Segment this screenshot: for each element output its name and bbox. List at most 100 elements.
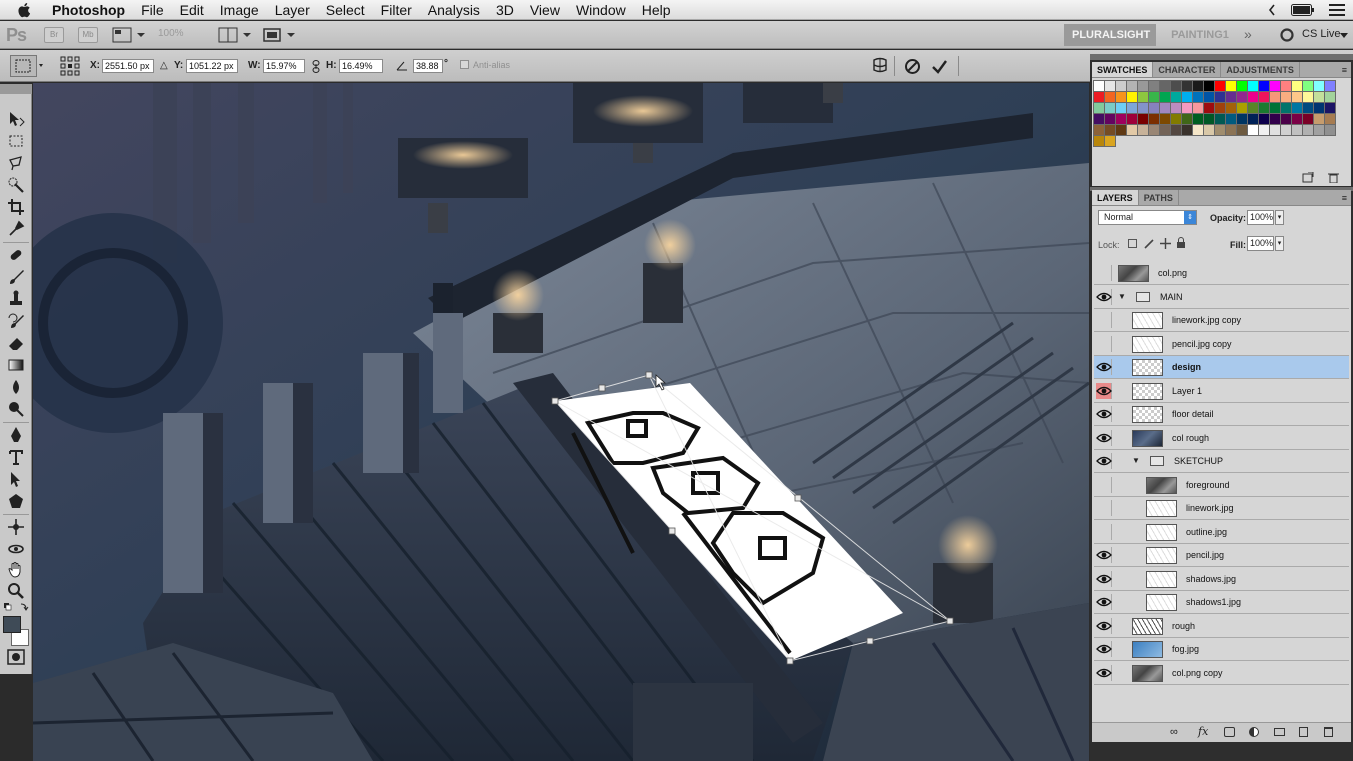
- layers-menu-icon[interactable]: ≡: [1342, 190, 1351, 205]
- color-swatch[interactable]: [1104, 135, 1116, 147]
- x-position-field[interactable]: 2551.50 px: [102, 59, 154, 73]
- new-group-icon[interactable]: [1274, 728, 1285, 736]
- commit-transform-icon[interactable]: [931, 58, 948, 75]
- path-selection-tool-icon[interactable]: [7, 470, 25, 488]
- menu-help[interactable]: Help: [634, 2, 679, 18]
- visibility-toggle[interactable]: [1096, 382, 1112, 399]
- tab-adjustments[interactable]: ADJUSTMENTS: [1221, 62, 1300, 77]
- toolbox-header[interactable]: [0, 84, 32, 94]
- eraser-tool-icon[interactable]: [7, 334, 25, 352]
- menu-layer[interactable]: Layer: [267, 2, 318, 18]
- reference-point-icon[interactable]: [60, 56, 80, 76]
- add-mask-icon[interactable]: [1224, 727, 1235, 737]
- layer-row[interactable]: foreground: [1094, 473, 1349, 497]
- color-swatch[interactable]: [1324, 124, 1336, 136]
- eyedropper-tool-icon[interactable]: [7, 220, 25, 238]
- arrange-documents-icon[interactable]: [218, 27, 252, 43]
- visibility-toggle[interactable]: [1096, 547, 1112, 563]
- visibility-toggle[interactable]: [1096, 335, 1112, 352]
- lasso-tool-icon[interactable]: [7, 154, 25, 172]
- layer-row[interactable]: outline.jpg: [1094, 520, 1349, 544]
- visibility-toggle[interactable]: [1096, 406, 1112, 422]
- fill-field[interactable]: 100%: [1247, 236, 1274, 251]
- crop-tool-icon[interactable]: [7, 198, 25, 216]
- dock-header[interactable]: [1090, 54, 1353, 60]
- tool-preset-picker-icon[interactable]: [10, 55, 44, 77]
- anti-alias-checkbox[interactable]: [460, 60, 469, 69]
- y-position-field[interactable]: 1051.22 px: [186, 59, 238, 73]
- tab-swatches[interactable]: SWATCHES: [1092, 62, 1154, 77]
- layer-row[interactable]: linework.jpg: [1094, 497, 1349, 520]
- document-canvas[interactable]: [33, 83, 1089, 761]
- menu-window[interactable]: Window: [568, 2, 634, 18]
- tab-character[interactable]: CHARACTER: [1153, 62, 1222, 77]
- menu-select[interactable]: Select: [318, 2, 373, 18]
- move-tool-icon[interactable]: [7, 110, 25, 128]
- expand-triangle-icon[interactable]: ▼: [1132, 456, 1140, 465]
- workspace-painting1[interactable]: PAINTING1: [1160, 24, 1240, 46]
- cs-live-label[interactable]: CS Live: [1302, 28, 1341, 40]
- view-extras-icon[interactable]: [112, 27, 146, 43]
- layer-row[interactable]: pencil.jpg copy: [1094, 332, 1349, 356]
- workspace-pluralsight[interactable]: PLURALSIGHT: [1064, 24, 1156, 46]
- visibility-toggle[interactable]: [1096, 288, 1112, 305]
- brush-tool-icon[interactable]: [7, 268, 25, 286]
- blend-mode-select[interactable]: Normal ⇕: [1098, 210, 1197, 225]
- layer-row[interactable]: linework.jpg copy: [1094, 309, 1349, 332]
- lock-all-icon[interactable]: [1176, 237, 1186, 249]
- visibility-toggle[interactable]: [1096, 594, 1112, 610]
- type-tool-icon[interactable]: [7, 448, 25, 466]
- layer-row[interactable]: Layer 1: [1094, 379, 1349, 403]
- menu-image[interactable]: Image: [212, 2, 267, 18]
- menu-filter[interactable]: Filter: [373, 2, 420, 18]
- layer-group-row[interactable]: ▼ SKETCHUP: [1094, 450, 1349, 473]
- lock-position-icon[interactable]: [1160, 238, 1171, 249]
- foreground-color-swatch[interactable]: [3, 616, 21, 633]
- layer-row[interactable]: col.png: [1094, 262, 1349, 285]
- apple-icon[interactable]: [16, 1, 34, 19]
- cs-live-dropdown-icon[interactable]: [1340, 33, 1348, 38]
- layer-style-icon[interactable]: fx: [1198, 725, 1208, 738]
- menu-file[interactable]: File: [133, 2, 172, 18]
- layer-row[interactable]: shadows1.jpg: [1094, 591, 1349, 614]
- visibility-toggle[interactable]: [1096, 523, 1112, 540]
- link-layers-icon[interactable]: ∞: [1170, 726, 1178, 738]
- fill-slider-toggle[interactable]: ▾: [1275, 236, 1284, 251]
- visibility-toggle[interactable]: [1096, 570, 1112, 587]
- visibility-toggle[interactable]: [1096, 265, 1112, 281]
- tab-layers[interactable]: LAYERS: [1092, 190, 1139, 205]
- lock-transparent-icon[interactable]: [1128, 239, 1137, 248]
- visibility-toggle[interactable]: [1096, 453, 1112, 469]
- clone-stamp-tool-icon[interactable]: [7, 290, 25, 308]
- layer-group-row[interactable]: ▼ MAIN: [1094, 285, 1349, 309]
- visibility-toggle[interactable]: [1096, 664, 1112, 681]
- visibility-toggle[interactable]: [1096, 312, 1112, 328]
- gradient-tool-icon[interactable]: [7, 356, 25, 374]
- lock-pixels-icon[interactable]: [1144, 238, 1155, 249]
- menu-3d[interactable]: 3D: [488, 2, 522, 18]
- minibridge-button[interactable]: Mb: [78, 27, 98, 43]
- menu-analysis[interactable]: Analysis: [420, 2, 488, 18]
- visibility-toggle[interactable]: [1096, 617, 1112, 634]
- new-layer-icon[interactable]: [1299, 727, 1308, 737]
- healing-brush-tool-icon[interactable]: [7, 246, 25, 264]
- visibility-toggle[interactable]: [1096, 359, 1112, 375]
- opacity-field[interactable]: 100%: [1247, 210, 1274, 225]
- delete-swatch-icon[interactable]: [1328, 172, 1339, 183]
- layer-row[interactable]: col rough: [1094, 426, 1349, 450]
- menu-app-name[interactable]: Photoshop: [48, 2, 133, 18]
- layer-row[interactable]: pencil.jpg: [1094, 544, 1349, 567]
- history-brush-tool-icon[interactable]: [7, 312, 25, 330]
- visibility-toggle[interactable]: [1096, 641, 1112, 657]
- default-colors-icon[interactable]: [3, 602, 29, 612]
- layer-row[interactable]: rough: [1094, 614, 1349, 638]
- panel-menu-icon[interactable]: ≡: [1342, 62, 1351, 77]
- tab-paths[interactable]: PATHS: [1139, 190, 1179, 205]
- back-arrow-icon[interactable]: [1267, 3, 1277, 17]
- height-field[interactable]: 16.49%: [339, 59, 383, 73]
- delete-layer-icon[interactable]: [1324, 727, 1333, 737]
- layer-row[interactable]: col.png copy: [1094, 661, 1349, 685]
- visibility-toggle[interactable]: [1096, 429, 1112, 446]
- quick-selection-tool-icon[interactable]: [7, 176, 25, 194]
- warp-mode-icon[interactable]: [870, 57, 890, 75]
